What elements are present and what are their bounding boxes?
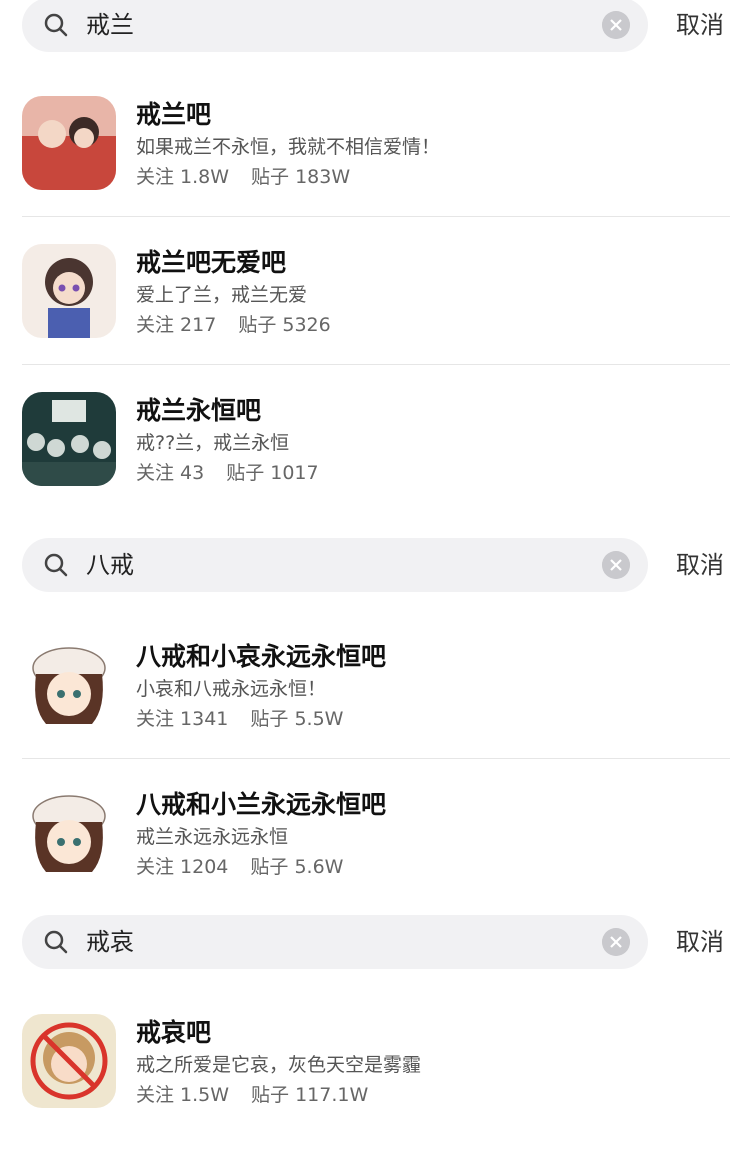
- forum-title: 八戒和小哀永远永恒吧: [136, 642, 387, 671]
- clear-icon[interactable]: [602, 928, 630, 956]
- forum-title: 戒兰吧无爱吧: [136, 248, 287, 277]
- forum-avatar: [22, 1014, 116, 1108]
- result-item[interactable]: 戒兰吧无爱吧 爱上了兰，戒兰无爱 关注 217 贴子 5326: [22, 244, 730, 392]
- forum-stats: 关注 217 贴子 5326: [136, 312, 331, 338]
- forum-avatar: [22, 786, 116, 880]
- followers-count: 关注 217: [136, 314, 217, 336]
- forum-avatar: [22, 638, 116, 732]
- search-bar-2: 八戒 取消: [0, 538, 750, 592]
- posts-count: 贴子 183W: [251, 166, 351, 188]
- search-query[interactable]: 戒兰: [86, 0, 134, 52]
- cancel-button[interactable]: 取消: [676, 0, 724, 52]
- search-input[interactable]: 戒兰: [22, 0, 648, 52]
- divider: [22, 758, 730, 759]
- forum-stats: 关注 1.8W 贴子 183W: [136, 164, 350, 190]
- divider: [22, 216, 730, 217]
- followers-count: 关注 1.8W: [136, 166, 230, 188]
- forum-description: 如果戒兰不永恒，我就不相信爱情！: [136, 136, 441, 158]
- followers-count: 关注 1.5W: [136, 1084, 230, 1106]
- result-item[interactable]: 戒兰永恒吧 戒??兰，戒兰永恒 关注 43 贴子 1017: [22, 392, 730, 540]
- forum-description: 戒之所爱是它哀，灰色天空是雾霾: [136, 1054, 422, 1076]
- followers-count: 关注 43: [136, 462, 205, 484]
- posts-count: 贴子 5.6W: [250, 856, 344, 878]
- forum-stats: 关注 1.5W 贴子 117.1W: [136, 1082, 368, 1108]
- followers-count: 关注 1341: [136, 708, 229, 730]
- search-query[interactable]: 八戒: [86, 538, 134, 592]
- forum-stats: 关注 1204 贴子 5.6W: [136, 854, 343, 880]
- forum-stats: 关注 43 贴子 1017: [136, 460, 319, 486]
- forum-avatar: [22, 244, 116, 338]
- forum-title: 八戒和小兰永远永恒吧: [136, 790, 387, 819]
- cancel-button[interactable]: 取消: [676, 538, 724, 592]
- forum-avatar: [22, 96, 116, 190]
- forum-avatar: [22, 392, 116, 486]
- forum-title: 戒哀吧: [136, 1018, 212, 1047]
- search-icon: [44, 930, 68, 954]
- forum-title: 戒兰吧: [136, 100, 212, 129]
- followers-count: 关注 1204: [136, 856, 229, 878]
- search-input[interactable]: 戒哀: [22, 915, 648, 969]
- forum-title: 戒兰永恒吧: [136, 396, 262, 425]
- forum-description: 小哀和八戒永远永恒！: [136, 678, 327, 700]
- result-item[interactable]: 八戒和小兰永远永恒吧 戒兰永远永远永恒 关注 1204 贴子 5.6W: [22, 786, 730, 934]
- result-item[interactable]: 戒哀吧 戒之所爱是它哀，灰色天空是雾霾 关注 1.5W 贴子 117.1W: [22, 1014, 730, 1162]
- search-icon: [44, 13, 68, 37]
- posts-count: 贴子 5.5W: [250, 708, 344, 730]
- forum-description: 戒??兰，戒兰永恒: [136, 432, 290, 454]
- result-item[interactable]: 八戒和小哀永远永恒吧 小哀和八戒永远永恒！ 关注 1341 贴子 5.5W: [22, 638, 730, 786]
- divider: [22, 364, 730, 365]
- posts-count: 贴子 1017: [226, 462, 319, 484]
- forum-description: 爱上了兰，戒兰无爱: [136, 284, 308, 306]
- posts-count: 贴子 117.1W: [251, 1084, 369, 1106]
- search-bar-3: 戒哀 取消: [0, 915, 750, 969]
- result-item[interactable]: 戒兰吧 如果戒兰不永恒，我就不相信爱情！ 关注 1.8W 贴子 183W: [22, 96, 730, 244]
- clear-icon[interactable]: [602, 551, 630, 579]
- posts-count: 贴子 5326: [238, 314, 331, 336]
- forum-stats: 关注 1341 贴子 5.5W: [136, 706, 343, 732]
- search-bar-1: 戒兰 取消: [0, 0, 750, 52]
- search-icon: [44, 553, 68, 577]
- search-input[interactable]: 八戒: [22, 538, 648, 592]
- cancel-button[interactable]: 取消: [676, 915, 724, 969]
- search-query[interactable]: 戒哀: [86, 915, 134, 969]
- clear-icon[interactable]: [602, 11, 630, 39]
- forum-description: 戒兰永远永远永恒: [136, 826, 289, 848]
